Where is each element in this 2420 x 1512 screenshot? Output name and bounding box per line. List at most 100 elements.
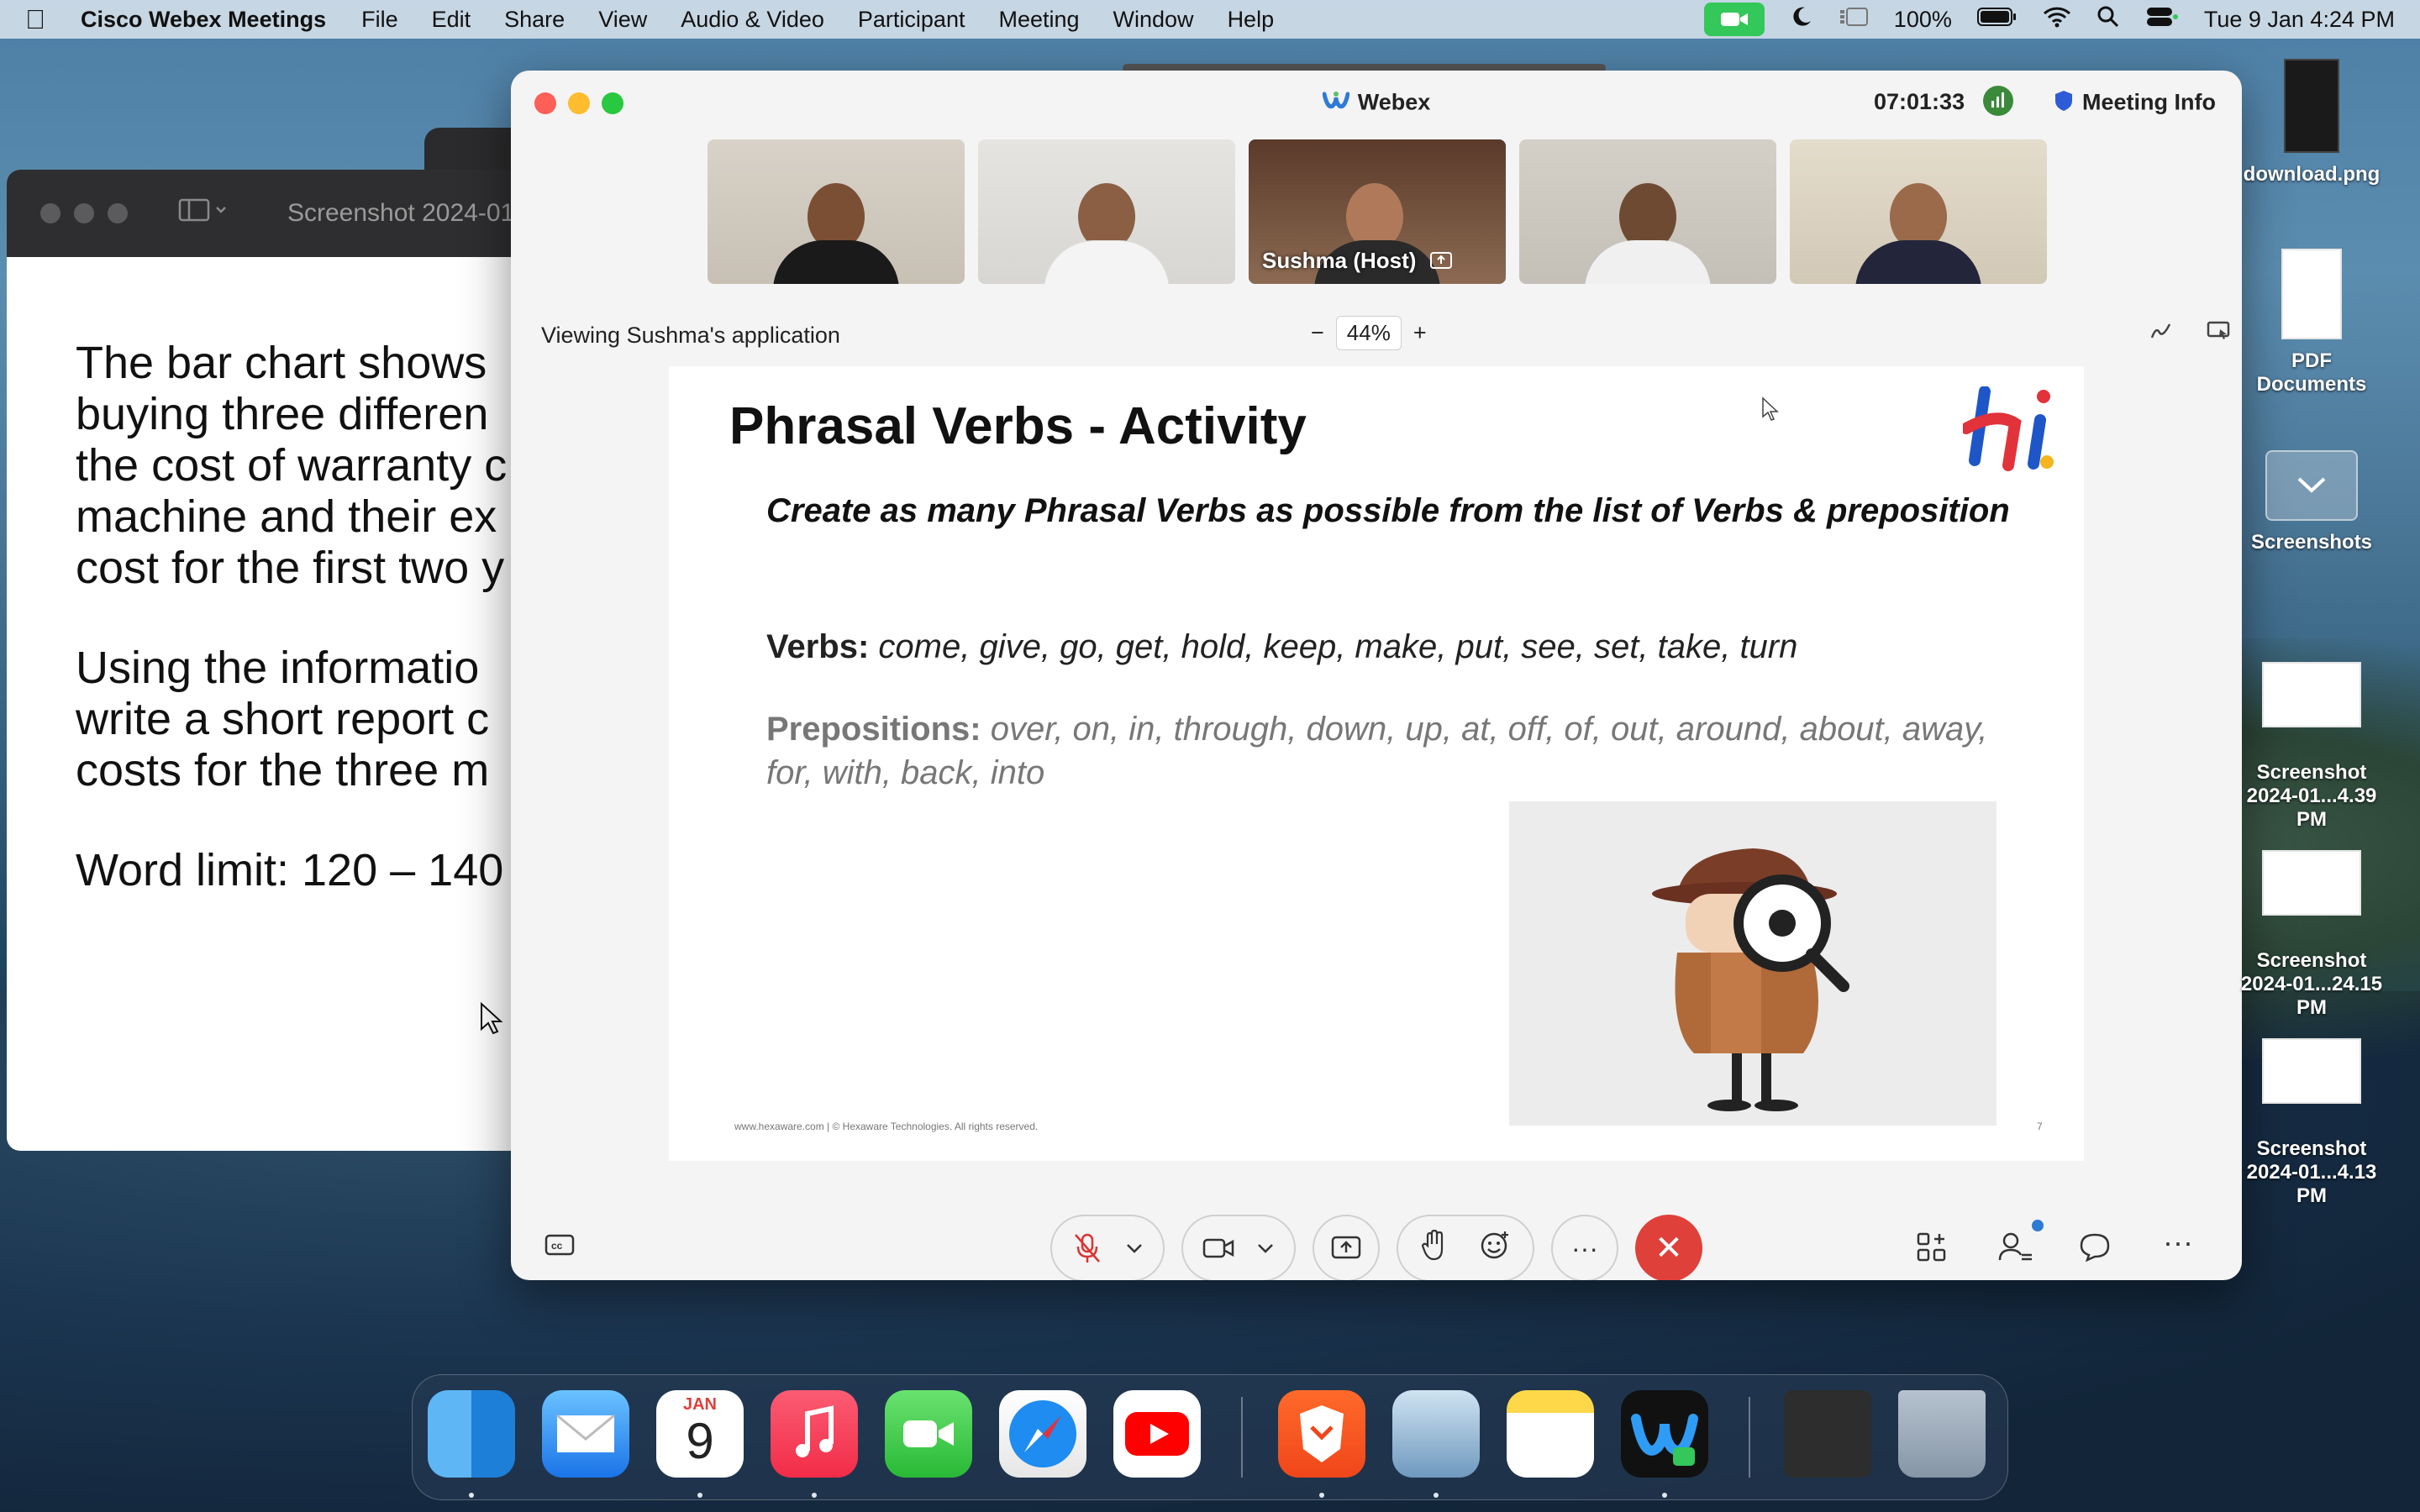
prepositions-label: Prepositions: [766, 711, 981, 748]
leave-meeting-button[interactable]: ✕ [1635, 1215, 1702, 1280]
menu-audio-video[interactable]: Audio & Video [681, 7, 824, 33]
running-indicator [469, 1493, 474, 1498]
mail-icon[interactable] [542, 1390, 629, 1478]
youtube-icon[interactable] [1113, 1390, 1201, 1478]
running-indicator [1662, 1493, 1667, 1498]
share-content-button[interactable] [1313, 1215, 1380, 1280]
desktop-folder-pdf[interactable]: PDF Documents [2240, 249, 2383, 396]
sidebar-toggle-icon[interactable] [178, 197, 229, 229]
participant-video[interactable] [978, 139, 1235, 284]
preview-paragraph: The bar chart shows buying three differe… [76, 338, 544, 594]
close-window-button[interactable] [40, 203, 60, 223]
zoom-in-button[interactable]: + [1413, 320, 1427, 346]
desktop-file-screenshot[interactable]: Screenshot 2024-01...24.15 PM [2240, 827, 2383, 1020]
participant-video[interactable] [1790, 139, 2047, 284]
wifi-icon[interactable] [2043, 6, 2071, 34]
desktop-stack-screenshots[interactable]: Screenshots [2240, 450, 2383, 554]
remote-control-icon[interactable] [2207, 321, 2232, 347]
battery-icon[interactable] [1976, 7, 2018, 33]
participant-strip: Sushma (Host) [708, 139, 2047, 284]
chevron-down-icon[interactable] [1255, 1242, 1276, 1255]
menu-window[interactable]: Window [1113, 7, 1194, 33]
finder-icon[interactable] [428, 1390, 515, 1478]
spotlight-search-icon[interactable] [2096, 5, 2120, 34]
camera-in-use-icon[interactable] [1703, 3, 1765, 36]
preview-title-bar[interactable]: Screenshot 2024-01 [7, 170, 544, 257]
emoji-reaction-icon[interactable] [1480, 1230, 1510, 1267]
video-button[interactable] [1181, 1215, 1296, 1280]
mute-button[interactable] [1050, 1215, 1165, 1280]
safari-icon[interactable] [999, 1390, 1086, 1478]
zoom-out-button[interactable]: − [1311, 320, 1324, 346]
recent-window-thumbnail[interactable] [1784, 1390, 1871, 1478]
preview-paragraph: Using the informatio write a short repor… [76, 643, 544, 796]
trash-icon[interactable] [1898, 1390, 1986, 1478]
control-center-icon[interactable] [2145, 5, 2179, 34]
closed-captions-icon[interactable]: cc [544, 1231, 576, 1267]
preview-app-icon[interactable] [1392, 1390, 1480, 1478]
svg-text:cc: cc [551, 1240, 563, 1252]
more-menu-icon[interactable]: ··· [2163, 1225, 2193, 1260]
menu-help[interactable]: Help [1228, 7, 1275, 33]
shared-slide: Phrasal Verbs - Activity Create as many … [669, 366, 2084, 1161]
notification-dot [2032, 1220, 2044, 1231]
participant-video[interactable] [1519, 139, 1776, 284]
calendar-day: 9 [686, 1413, 714, 1469]
brave-browser-icon[interactable] [1278, 1390, 1365, 1478]
chat-icon[interactable] [2079, 1231, 2111, 1269]
desktop-file-download[interactable]: download.png [2240, 59, 2383, 186]
desktop-icon-label: Screenshots [2250, 531, 2373, 554]
menu-file[interactable]: File [361, 7, 398, 33]
host-participant-video[interactable]: Sushma (Host) [1249, 139, 1506, 284]
preview-window[interactable]: Screenshot 2024-01 The bar chart shows b… [7, 170, 544, 1151]
shield-icon [2054, 89, 2074, 118]
menu-share[interactable]: Share [504, 7, 565, 33]
calendar-icon[interactable]: JAN 9 [656, 1390, 744, 1478]
webex-title: Webex [511, 89, 2242, 118]
desktop-file-screenshot[interactable]: Screenshot 2024-01...4.39 PM [2240, 638, 2383, 832]
webex-title-bar[interactable]: Webex 07:01:33 Meeting Info [511, 71, 2242, 134]
menu-meeting[interactable]: Meeting [998, 7, 1079, 33]
music-icon[interactable] [771, 1390, 858, 1478]
desktop-icon-label: Screenshot 2024-01...4.13 PM [2246, 1137, 2377, 1207]
desktop-file-screenshot[interactable]: Screenshot 2024-01...4.13 PM [2240, 1015, 2383, 1208]
menu-participant[interactable]: Participant [858, 7, 965, 33]
webex-meeting-window[interactable]: Webex 07:01:33 Meeting Info Sushma (Host [511, 71, 2242, 1280]
more-options-button[interactable]: ··· [1551, 1215, 1618, 1280]
preview-line: Word limit: 120 – 140 [76, 845, 504, 895]
desktop-icon-label: PDF Documents [2256, 349, 2367, 396]
app-name-menu[interactable]: Cisco Webex Meetings [81, 7, 326, 33]
sharing-icon [1429, 249, 1453, 276]
dock-separator [1749, 1397, 1750, 1478]
stage-manager-icon[interactable] [1839, 5, 1869, 34]
preview-line: The bar chart shows [76, 338, 487, 388]
menu-edit[interactable]: Edit [432, 7, 471, 33]
meeting-info-button[interactable]: Meeting Info [2054, 89, 2216, 118]
apple-icon[interactable]:  [25, 4, 45, 35]
running-indicator [1319, 1493, 1324, 1498]
zoom-level[interactable]: 44% [1335, 316, 1402, 350]
viewing-status: Viewing Sushma's application [541, 323, 840, 348]
focus-moon-icon[interactable] [1790, 5, 1813, 34]
slide-page-number: 7 [2037, 1121, 2043, 1132]
chevron-down-icon[interactable] [1124, 1242, 1144, 1255]
minimize-window-button[interactable] [74, 203, 94, 223]
meeting-info-label: Meeting Info [2082, 89, 2216, 115]
apps-icon[interactable] [1916, 1231, 1948, 1271]
phone-screenshot-thumbnail [2284, 59, 2339, 153]
zoom-window-button[interactable] [108, 203, 128, 223]
participants-icon[interactable] [1998, 1231, 2033, 1271]
facetime-icon[interactable] [885, 1390, 972, 1478]
webex-app-icon[interactable] [1621, 1390, 1708, 1478]
stack-folder-icon [2265, 450, 2358, 521]
participant-video[interactable] [708, 139, 965, 284]
raise-hand-icon[interactable] [1421, 1229, 1448, 1268]
menu-view[interactable]: View [598, 7, 647, 33]
reactions-group [1397, 1215, 1534, 1280]
battery-percent: 100% [1893, 6, 1952, 32]
menubar-datetime[interactable]: Tue 9 Jan 4:24 PM [2204, 7, 2395, 33]
network-health-icon[interactable] [1983, 86, 2013, 116]
verbs-label: Verbs: [766, 628, 870, 665]
notes-icon[interactable] [1507, 1390, 1594, 1478]
annotate-icon[interactable] [2149, 321, 2173, 347]
